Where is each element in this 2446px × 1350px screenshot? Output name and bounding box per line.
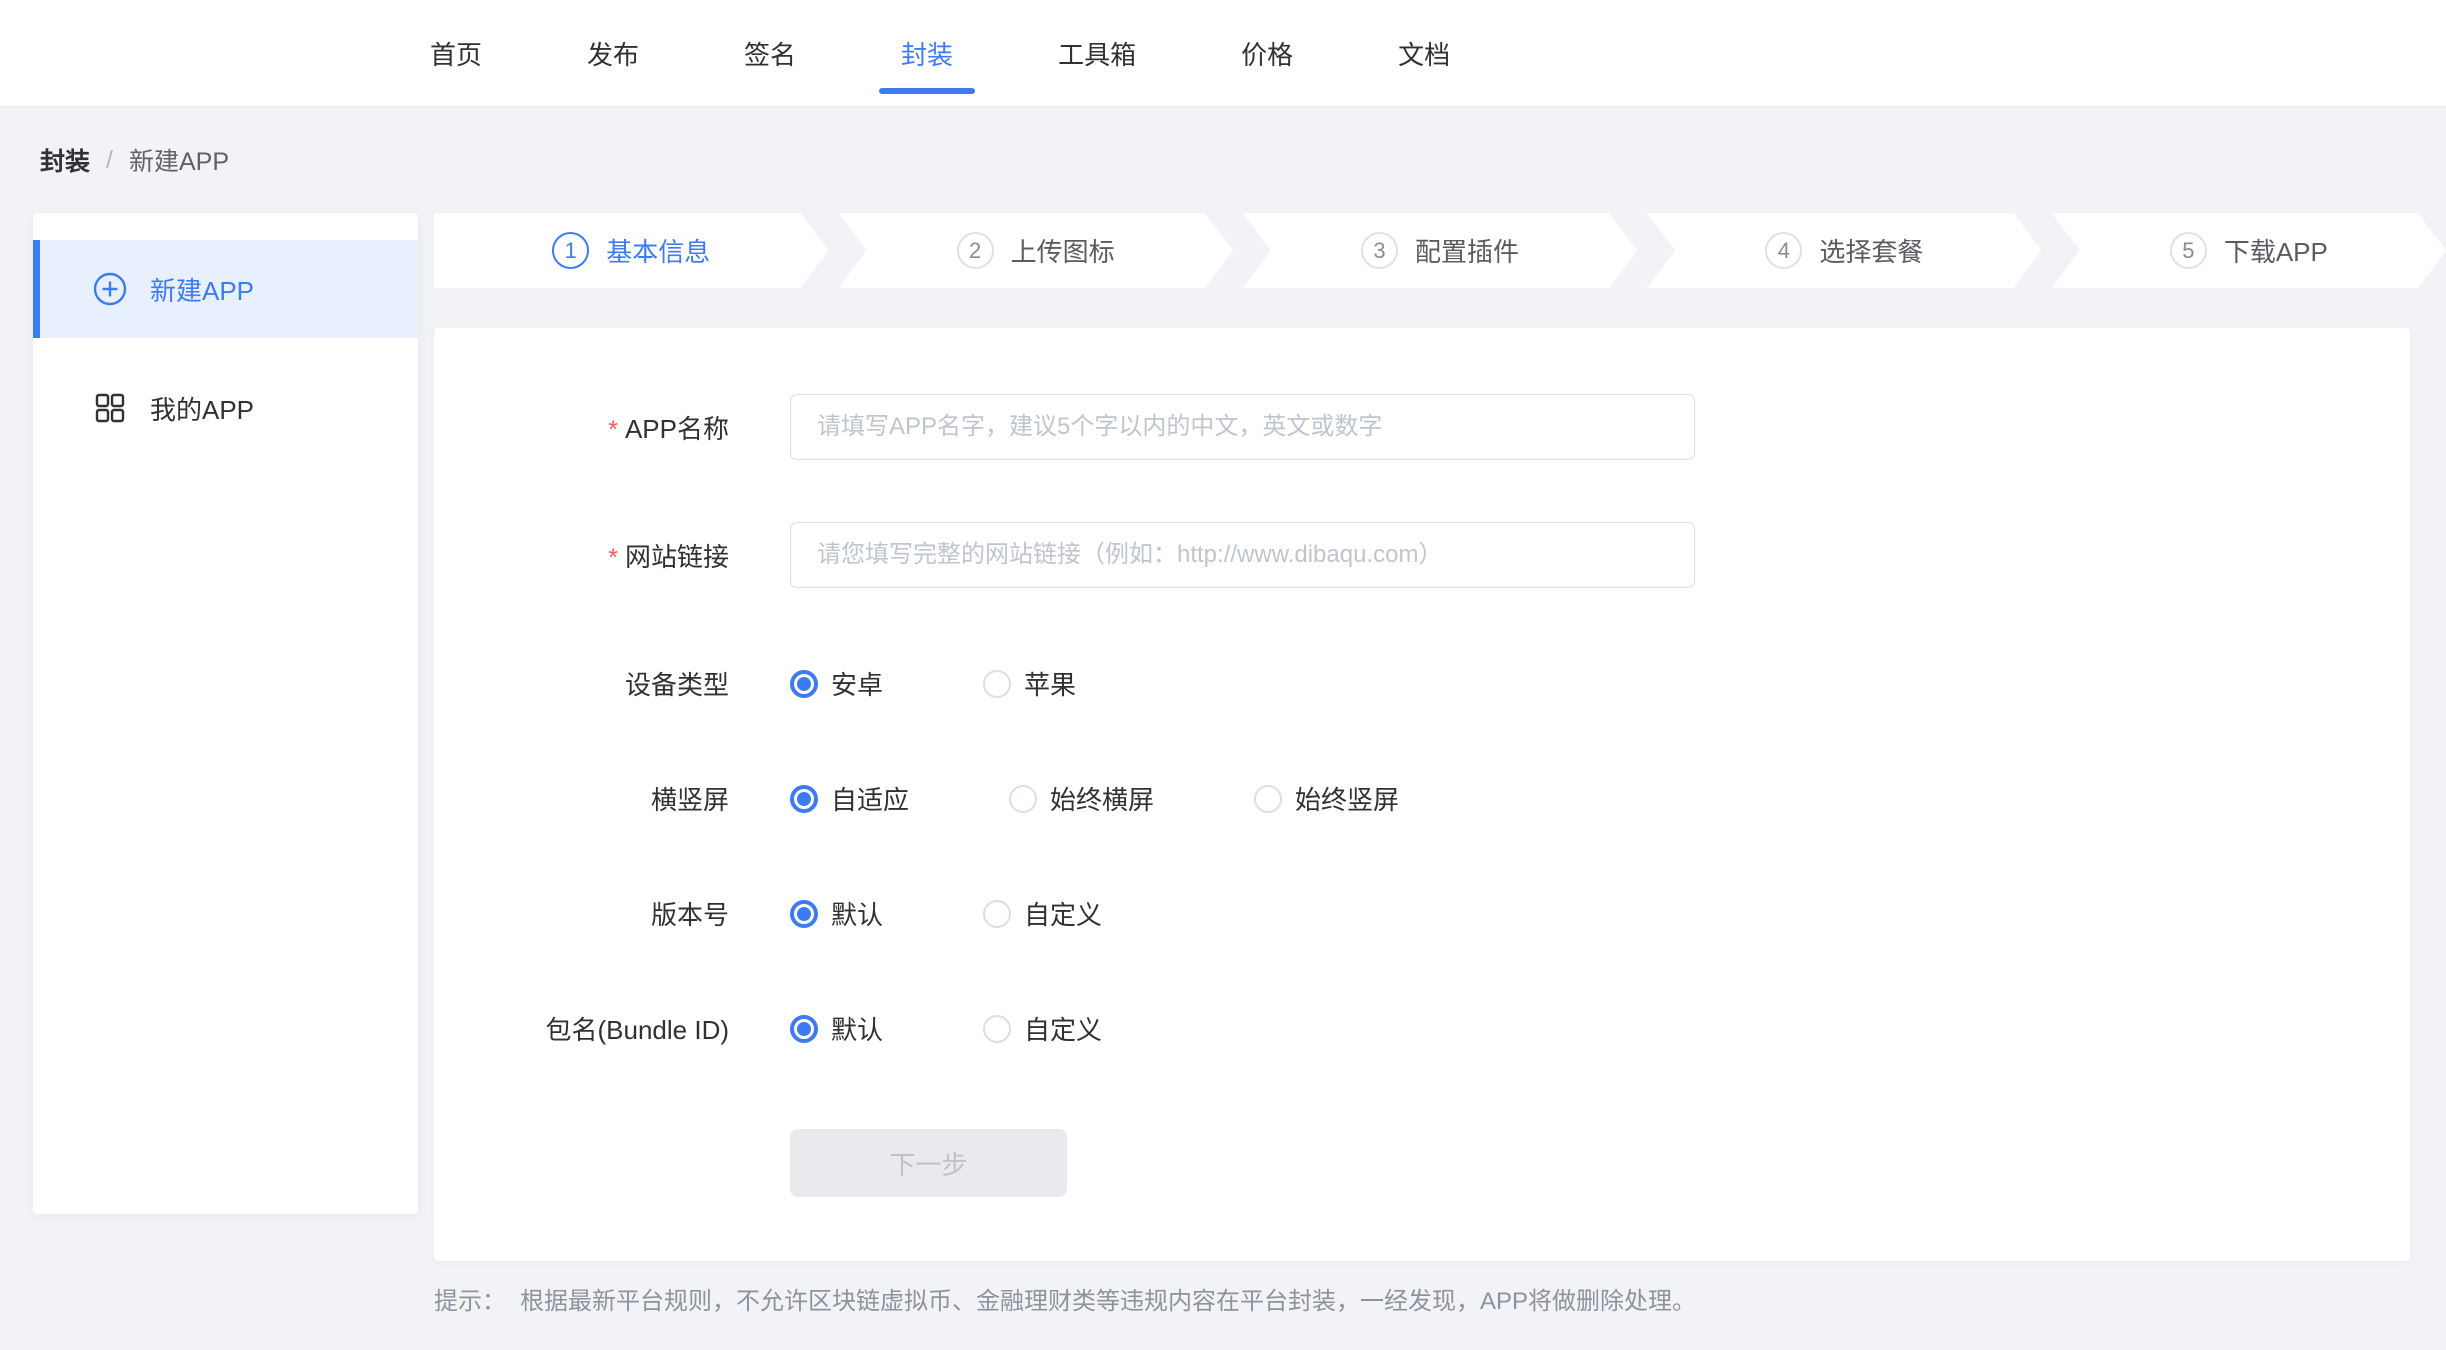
radio-unselected-icon [1254, 785, 1282, 813]
next-step-button[interactable]: 下一步 [790, 1129, 1067, 1197]
radio-selected-icon [790, 1015, 818, 1043]
step-wizard: 1 基本信息 2 上传图标 3 配置插件 4 选择套餐 5 下载APP [434, 213, 2446, 288]
step-label: 上传图标 [1011, 232, 1115, 269]
nav-item-sign[interactable]: 签名 [744, 0, 796, 106]
tip-text: 根据最新平台规则，不允许区块链虚拟币、金融理财类等违规内容在平台封装，一经发现，… [520, 1281, 1696, 1316]
app-name-label: *APP名称 [434, 409, 729, 446]
nav-item-price[interactable]: 价格 [1241, 0, 1293, 106]
radio-version-default[interactable]: 默认 [790, 895, 883, 932]
step-basic-info[interactable]: 1 基本信息 [434, 213, 828, 288]
sidebar-item-new-app[interactable]: 新建APP [33, 240, 418, 338]
step-configure-plugin[interactable]: 3 配置插件 [1243, 213, 1637, 288]
radio-selected-icon [790, 785, 818, 813]
radio-unselected-icon [983, 900, 1011, 928]
form-row-device-type: 设备类型 安卓 苹果 [434, 665, 2410, 702]
sidebar-item-label: 我的APP [150, 390, 254, 427]
nav-item-publish[interactable]: 发布 [587, 0, 639, 106]
circle-plus-icon [93, 272, 127, 306]
radio-always-portrait[interactable]: 始终竖屏 [1254, 780, 1399, 817]
breadcrumb-current: 新建APP [129, 142, 229, 178]
basic-info-form: *APP名称 *网站链接 设备类型 安卓 [434, 328, 2410, 1261]
tip-prefix: 提示： [434, 1281, 506, 1316]
step-label: 基本信息 [606, 232, 710, 269]
platform-tip: 提示： 根据最新平台规则，不允许区块链虚拟币、金融理财类等违规内容在平台封装，一… [434, 1281, 2446, 1316]
breadcrumb-separator: / [106, 146, 113, 175]
step-number: 5 [2170, 232, 2207, 269]
form-row-submit: 下一步 [434, 1129, 2410, 1197]
nav-item-package[interactable]: 封装 [901, 0, 953, 106]
site-url-input[interactable] [790, 522, 1695, 588]
sidebar-item-label: 新建APP [150, 271, 254, 308]
step-number: 3 [1361, 232, 1398, 269]
sidebar: 新建APP 我的APP [33, 213, 418, 1214]
step-download-app[interactable]: 5 下载APP [2052, 213, 2446, 288]
radio-adaptive[interactable]: 自适应 [790, 780, 909, 817]
breadcrumb-section[interactable]: 封装 [40, 142, 90, 178]
grid-icon [93, 391, 127, 425]
orientation-label: 横竖屏 [434, 780, 729, 817]
step-number: 2 [957, 232, 994, 269]
step-number: 1 [552, 232, 589, 269]
radio-selected-icon [790, 900, 818, 928]
step-select-plan[interactable]: 4 选择套餐 [1647, 213, 2041, 288]
form-row-version: 版本号 默认 自定义 [434, 895, 2410, 932]
required-star: * [608, 544, 618, 572]
step-number: 4 [1765, 232, 1802, 269]
nav-item-home[interactable]: 首页 [430, 0, 482, 106]
required-star: * [608, 416, 618, 444]
bundle-id-label: 包名(Bundle ID) [434, 1010, 729, 1047]
sidebar-item-my-app[interactable]: 我的APP [33, 359, 418, 457]
version-label: 版本号 [434, 895, 729, 932]
radio-android[interactable]: 安卓 [790, 665, 883, 702]
step-label: 配置插件 [1415, 232, 1519, 269]
form-row-orientation: 横竖屏 自适应 始终横屏 始终竖屏 [434, 780, 2410, 817]
radio-unselected-icon [1009, 785, 1037, 813]
radio-bundle-default[interactable]: 默认 [790, 1010, 883, 1047]
radio-version-custom[interactable]: 自定义 [983, 895, 1102, 932]
site-url-label: *网站链接 [434, 537, 729, 574]
radio-always-landscape[interactable]: 始终横屏 [1009, 780, 1154, 817]
top-nav: 首页 发布 签名 封装 工具箱 价格 文档 [0, 0, 2446, 107]
step-label: 下载APP [2224, 232, 2328, 269]
app-name-input[interactable] [790, 394, 1695, 460]
radio-unselected-icon [983, 670, 1011, 698]
radio-bundle-custom[interactable]: 自定义 [983, 1010, 1102, 1047]
radio-unselected-icon [983, 1015, 1011, 1043]
device-type-label: 设备类型 [434, 665, 729, 702]
step-label: 选择套餐 [1819, 232, 1923, 269]
nav-item-toolbox[interactable]: 工具箱 [1058, 0, 1136, 106]
step-upload-icon[interactable]: 2 上传图标 [838, 213, 1232, 288]
form-row-bundle-id: 包名(Bundle ID) 默认 自定义 [434, 1010, 2410, 1047]
breadcrumb: 封装 / 新建APP [0, 107, 2446, 213]
nav-item-docs[interactable]: 文档 [1398, 0, 1450, 106]
main-panel: 1 基本信息 2 上传图标 3 配置插件 4 选择套餐 5 下载APP [434, 213, 2446, 1316]
radio-ios[interactable]: 苹果 [983, 665, 1076, 702]
content-area: 新建APP 我的APP 1 基本信息 2 上传图标 [0, 213, 2446, 1316]
form-row-site-url: *网站链接 [434, 522, 2410, 588]
form-row-app-name: *APP名称 [434, 394, 2410, 460]
radio-selected-icon [790, 670, 818, 698]
